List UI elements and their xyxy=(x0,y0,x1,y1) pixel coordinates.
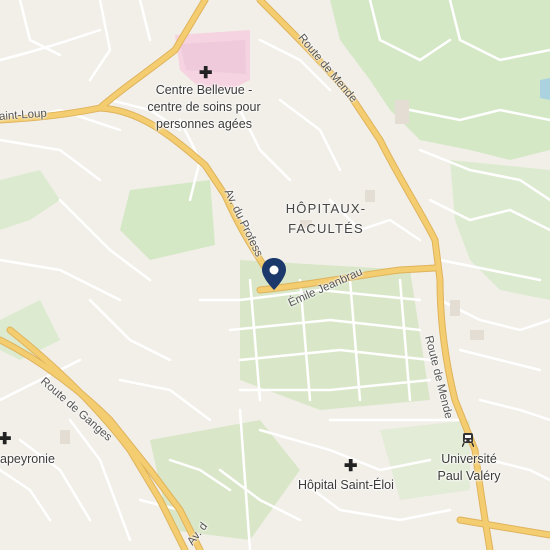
train-icon[interactable] xyxy=(462,433,474,447)
map-view[interactable]: ✚ ✚ ✚ Centre Bellevue - centre de soins … xyxy=(0,0,550,550)
hospital-icon-lapeyronie[interactable]: ✚ xyxy=(0,432,11,448)
label-hopital-saint-eloi[interactable]: Hôpital Saint-Éloi xyxy=(298,477,394,494)
hospital-icon-bellevue[interactable]: ✚ xyxy=(199,66,212,82)
hospital-icon-saint-eloi[interactable]: ✚ xyxy=(344,459,357,475)
label-centre-bellevue[interactable]: Centre Bellevue - centre de soins pour p… xyxy=(140,82,268,133)
label-lapeyronie[interactable]: apeyronie xyxy=(0,451,55,468)
label-district-hopitaux-facultes: HÔPITAUX- FACULTÉS xyxy=(285,201,367,236)
label-universite-paul-valery[interactable]: Université Paul Valéry xyxy=(430,451,508,485)
location-pin-icon[interactable] xyxy=(262,258,286,290)
